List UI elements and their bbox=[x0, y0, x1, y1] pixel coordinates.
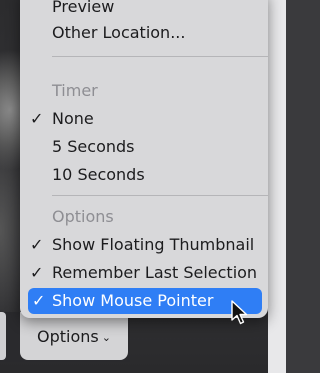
options-button[interactable]: Options ⌄ bbox=[20, 312, 128, 360]
background-window-edge bbox=[268, 0, 286, 373]
menu-item-label: None bbox=[52, 109, 94, 128]
chevron-down-icon: ⌄ bbox=[101, 330, 111, 344]
options-button-label: Options bbox=[37, 326, 99, 346]
menu-item-label: Preview bbox=[52, 0, 115, 16]
menu-header-label: Options bbox=[52, 207, 114, 226]
menu-header-options: Options bbox=[20, 204, 268, 230]
menu-header-label: Timer bbox=[52, 81, 98, 100]
menu-item-preview[interactable]: Preview bbox=[20, 0, 268, 20]
menu-item-show-floating-thumbnail[interactable]: ✓ Show Floating Thumbnail bbox=[20, 232, 268, 258]
menu-item-label: Remember Last Selection bbox=[52, 263, 258, 282]
menu-item-label: Show Mouse Pointer bbox=[52, 291, 214, 310]
menu-header-timer: Timer bbox=[20, 78, 268, 104]
menu-item-timer-10-seconds[interactable]: 10 Seconds bbox=[20, 162, 268, 188]
menu-item-timer-5-seconds[interactable]: 5 Seconds bbox=[20, 134, 268, 160]
toolbar-left-edge bbox=[0, 312, 6, 360]
mouse-pointer-icon bbox=[231, 300, 248, 325]
checkmark-icon: ✓ bbox=[32, 291, 46, 310]
menu-item-remember-last-selection[interactable]: ✓ Remember Last Selection bbox=[20, 260, 268, 286]
menu-item-label: 10 Seconds bbox=[52, 165, 145, 184]
menu-item-timer-none[interactable]: ✓ None bbox=[20, 106, 268, 132]
checkmark-icon: ✓ bbox=[30, 263, 44, 282]
checkmark-icon: ✓ bbox=[30, 109, 44, 128]
menu-item-show-mouse-pointer[interactable]: ✓ Show Mouse Pointer bbox=[28, 288, 262, 314]
checkmark-icon: ✓ bbox=[30, 235, 44, 254]
menu-item-label: Other Location... bbox=[52, 23, 186, 42]
menu-item-label: 5 Seconds bbox=[52, 137, 135, 156]
menu-item-label: Show Floating Thumbnail bbox=[52, 235, 255, 254]
menu-separator bbox=[52, 195, 268, 196]
menu-separator bbox=[52, 56, 268, 57]
menu-item-other-location[interactable]: Other Location... bbox=[20, 20, 268, 46]
options-menu: Preview Other Location... Timer ✓ None 5… bbox=[20, 0, 268, 318]
